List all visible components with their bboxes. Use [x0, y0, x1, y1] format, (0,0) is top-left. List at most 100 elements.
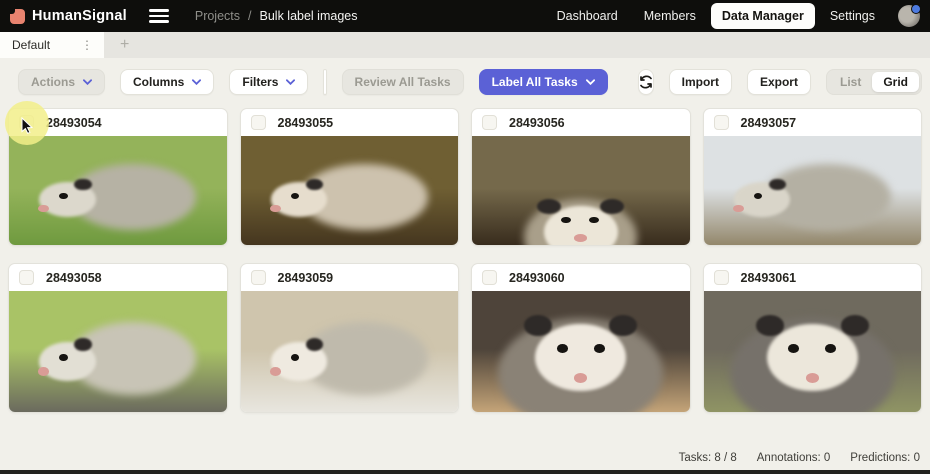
refresh-button[interactable] [638, 69, 654, 95]
opossum-photo-placeholder [472, 136, 690, 245]
tab-bar: Default ⋮ + [0, 32, 930, 58]
task-checkbox[interactable] [251, 115, 266, 130]
task-card-header: 28493055 [241, 109, 459, 136]
task-checkbox[interactable] [482, 115, 497, 130]
tasks-count-value: 8 / 8 [714, 452, 736, 464]
task-card: 28493060 [471, 263, 691, 413]
nav-item-settings[interactable]: Settings [819, 3, 886, 29]
review-all-tasks-label: Review All Tasks [355, 75, 451, 89]
task-card: 28493055 [240, 108, 460, 246]
task-card-header: 28493060 [472, 264, 690, 291]
window-bottom-edge [0, 470, 930, 474]
filters-label: Filters [242, 75, 278, 89]
predictions-count-label: Predictions: [850, 452, 910, 464]
task-image[interactable] [704, 136, 922, 245]
opossum-photo-placeholder [9, 136, 227, 245]
export-label: Export [760, 75, 798, 89]
opossum-photo-placeholder [9, 291, 227, 412]
columns-dropdown-button[interactable]: Columns [120, 69, 214, 95]
menu-icon[interactable] [149, 9, 169, 23]
task-card-header: 28493061 [704, 264, 922, 291]
task-card: 28493058 [8, 263, 228, 413]
opossum-photo-placeholder [704, 291, 922, 412]
task-image[interactable] [472, 136, 690, 245]
task-checkbox[interactable] [19, 270, 34, 285]
top-nav: Dashboard Members Data Manager Settings [546, 3, 922, 29]
order-by-button[interactable]: not set [324, 70, 326, 94]
tasks-count-label: Tasks: [679, 452, 712, 464]
chevron-down-icon [83, 79, 92, 85]
task-image[interactable] [241, 136, 459, 245]
task-card: 28493059 [240, 263, 460, 413]
task-card-header: 28493059 [241, 264, 459, 291]
import-label: Import [682, 75, 719, 89]
view-toggle-list[interactable]: List [829, 72, 872, 92]
refresh-icon [639, 75, 653, 89]
nav-item-data-manager[interactable]: Data Manager [711, 3, 815, 29]
add-tab-button[interactable]: + [120, 37, 129, 53]
task-card: 28493061 [703, 263, 923, 413]
task-id: 28493059 [278, 271, 334, 285]
opossum-photo-placeholder [241, 136, 459, 245]
filters-dropdown-button[interactable]: Filters [229, 69, 308, 95]
task-card: 28493057 [703, 108, 923, 246]
task-image[interactable] [704, 291, 922, 412]
task-checkbox[interactable] [251, 270, 266, 285]
nav-item-members[interactable]: Members [633, 3, 707, 29]
task-grid: 28493054 28493055 28493056 [0, 106, 930, 445]
task-id: 28493056 [509, 116, 565, 130]
view-mode-toggle: List Grid [826, 69, 922, 95]
view-toggle-grid[interactable]: Grid [872, 72, 919, 92]
actions-dropdown-button[interactable]: Actions [18, 69, 105, 95]
annotations-count-label: Annotations: [757, 452, 821, 464]
task-image[interactable] [9, 291, 227, 412]
actions-label: Actions [31, 75, 75, 89]
export-button[interactable]: Export [747, 69, 811, 95]
order-control: not set [323, 69, 326, 95]
opossum-photo-placeholder [241, 291, 459, 412]
review-all-tasks-button[interactable]: Review All Tasks [342, 69, 464, 95]
user-avatar[interactable] [898, 5, 920, 27]
predictions-count-value: 0 [914, 452, 920, 464]
task-card: 28493056 [471, 108, 691, 246]
tasks-count: Tasks: 8 / 8 [679, 452, 737, 464]
columns-label: Columns [133, 75, 184, 89]
breadcrumb-projects[interactable]: Projects [195, 9, 240, 23]
task-card-header: 28493058 [9, 264, 227, 291]
task-checkbox[interactable] [19, 115, 34, 130]
task-id: 28493054 [46, 116, 102, 130]
task-checkbox[interactable] [482, 270, 497, 285]
tab-default[interactable]: Default ⋮ [0, 32, 104, 58]
task-checkbox[interactable] [714, 270, 729, 285]
breadcrumb: Projects / Bulk label images [195, 9, 358, 23]
breadcrumb-current-project: Bulk label images [260, 9, 358, 23]
task-image[interactable] [472, 291, 690, 412]
status-bar: Tasks: 8 / 8 Annotations: 0 Predictions:… [0, 445, 930, 470]
annotations-count-value: 0 [824, 452, 830, 464]
chevron-down-icon [586, 79, 595, 85]
opossum-photo-placeholder [704, 136, 922, 245]
task-image[interactable] [9, 136, 227, 245]
toolbar: Actions Columns Filters not set Review A… [0, 58, 930, 106]
opossum-photo-placeholder [472, 291, 690, 412]
task-card: 28493054 [8, 108, 228, 246]
tab-options-kebab-icon[interactable]: ⋮ [78, 37, 96, 53]
label-all-tasks-button[interactable]: Label All Tasks [479, 69, 608, 95]
annotations-count: Annotations: 0 [757, 452, 831, 464]
brand-name: HumanSignal [32, 8, 127, 24]
task-id: 28493057 [741, 116, 797, 130]
task-id: 28493061 [741, 271, 797, 285]
tab-label: Default [12, 38, 50, 52]
task-card-header: 28493054 [9, 109, 227, 136]
task-checkbox[interactable] [714, 115, 729, 130]
import-button[interactable]: Import [669, 69, 732, 95]
breadcrumb-separator: / [248, 9, 251, 23]
task-image[interactable] [241, 291, 459, 412]
brand-logo[interactable]: HumanSignal [10, 8, 127, 24]
task-id: 28493060 [509, 271, 565, 285]
chevron-down-icon [192, 79, 201, 85]
predictions-count: Predictions: 0 [850, 452, 920, 464]
task-card-header: 28493056 [472, 109, 690, 136]
nav-item-dashboard[interactable]: Dashboard [546, 3, 629, 29]
task-id: 28493055 [278, 116, 334, 130]
